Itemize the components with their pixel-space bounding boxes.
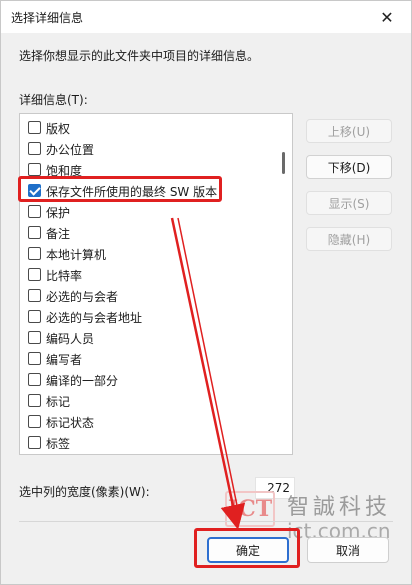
list-item-label: 办公位置 [46,143,95,157]
list-item-label: 版权 [46,122,71,136]
watermark-name: 智誠科技 [287,495,392,520]
choose-details-dialog: 选择详细信息 ✕ 选择你想显示的此文件夹中项目的详细信息。 详细信息(T): 版… [0,0,412,585]
column-width-input[interactable]: 272 [255,477,295,499]
close-icon[interactable]: ✕ [373,5,401,29]
list-item-label: 比特率 [46,269,83,283]
list-item[interactable]: 编码人员 [20,327,276,348]
list-item[interactable]: 比特率 [20,264,276,285]
list-item[interactable]: 饱和度 [20,159,276,180]
list-item[interactable]: 办公位置 [20,138,276,159]
checkbox-checked[interactable] [28,184,41,197]
ok-button[interactable]: 确定 [207,537,289,563]
list-item[interactable]: 本地计算机 [20,243,276,264]
list-item[interactable]: 编译的一部分 [20,369,276,390]
checkbox[interactable] [28,352,41,365]
list-item[interactable]: 标签 [20,432,276,453]
checkbox[interactable] [28,226,41,239]
list-item-label: 保存文件所使用的最终 SW 版本 [46,185,218,199]
checkbox[interactable] [28,394,41,407]
list-item-label: 饱和度 [46,164,83,178]
list-item-label: 编码人员 [46,332,95,346]
hide-button[interactable]: 隐藏(H) [306,227,392,251]
list-item[interactable]: 必选的与会者地址 [20,306,276,327]
list-item[interactable]: 必选的与会者 [20,285,276,306]
checkbox[interactable] [28,205,41,218]
list-item-label: 备注 [46,227,71,241]
watermark: ICT 智誠科技 ict.com.cn [225,489,405,543]
scrollbar-thumb[interactable] [282,152,285,174]
list-item[interactable]: 编写者 [20,348,276,369]
list-item-label: 必选的与会者 [46,290,119,304]
details-listbox[interactable]: 版权 办公位置 饱和度 保存文件所使用的最终 SW 版本 保护 备注 本地计算机 [19,113,293,455]
column-width-label: 选中列的宽度(像素)(W): [19,485,150,499]
checkbox[interactable] [28,436,41,449]
list-item[interactable]: 标记 [20,390,276,411]
checkbox[interactable] [28,163,41,176]
show-button[interactable]: 显示(S) [306,191,392,215]
list-item-label: 保护 [46,206,71,220]
list-item-label: 标签 [46,437,71,451]
list-item[interactable]: 保护 [20,201,276,222]
dialog-description: 选择你想显示的此文件夹中项目的详细信息。 [19,49,260,63]
checkbox[interactable] [28,268,41,281]
checkbox[interactable] [28,415,41,428]
list-item[interactable]: 版权 [20,117,276,138]
checkbox[interactable] [28,331,41,344]
checkbox[interactable] [28,121,41,134]
move-up-button[interactable]: 上移(U) [306,119,392,143]
checkbox[interactable] [28,142,41,155]
checkbox[interactable] [28,289,41,302]
move-down-button[interactable]: 下移(D) [306,155,392,179]
list-item-label: 编译的一部分 [46,374,119,388]
cancel-button[interactable]: 取消 [307,537,389,563]
list-item-label: 标记状态 [46,416,95,430]
list-item[interactable]: 备注 [20,222,276,243]
details-list-label: 详细信息(T): [19,93,88,107]
title-bar: 选择详细信息 ✕ [1,1,411,33]
checkbox[interactable] [28,373,41,386]
list-item-label: 标记 [46,395,71,409]
list-item-label: 必选的与会者地址 [46,311,143,325]
checkbox[interactable] [28,310,41,323]
checkbox[interactable] [28,247,41,260]
list-item[interactable]: 标记状态 [20,411,276,432]
footer-divider [19,521,393,522]
list-item-selected[interactable]: 保存文件所使用的最终 SW 版本 [20,180,276,201]
dialog-title: 选择详细信息 [11,11,84,25]
list-item-label: 本地计算机 [46,248,107,262]
list-item-label: 编写者 [46,353,83,367]
